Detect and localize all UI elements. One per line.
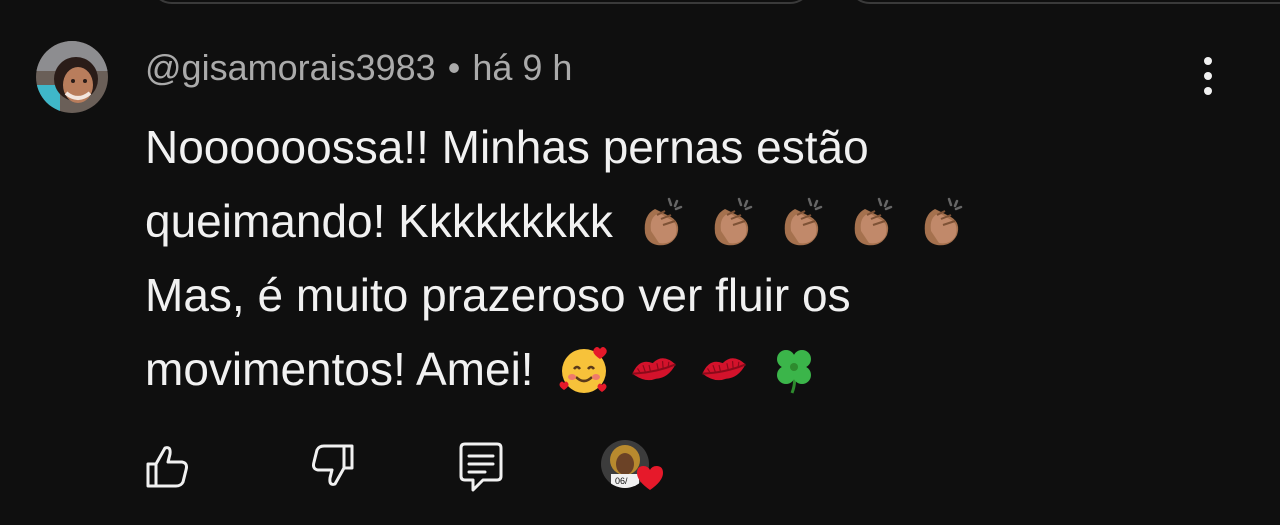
comment-actions: 06/ [0, 436, 1280, 496]
comment-line-4: movimentos! Amei! [145, 332, 1145, 406]
more-options-button[interactable] [1190, 52, 1226, 100]
kebab-dot [1204, 87, 1212, 95]
clapping-hands-icon [845, 193, 901, 249]
comment-line-2: queimando! Kkkkkkkkk [145, 184, 1145, 258]
dislike-button[interactable] [306, 438, 362, 494]
four-leaf-clover-icon [766, 341, 822, 397]
comment-line-text: movimentos! Amei! [145, 343, 534, 395]
comment-icon [459, 442, 503, 492]
heart-icon [635, 464, 665, 492]
smiling-face-with-hearts-icon [556, 341, 612, 397]
reply-button[interactable] [453, 438, 509, 494]
author-handle[interactable]: @gisamorais3983 [145, 47, 436, 88]
comment-line-text: Mas, é muito prazeroso ver fluir os [145, 269, 851, 321]
clapping-hands-icon [635, 193, 691, 249]
like-button[interactable] [138, 438, 194, 494]
creator-heart[interactable]: 06/ [601, 440, 673, 496]
top-chip-left[interactable] [150, 0, 812, 4]
comment-line-1: Noooooossa!! Minhas pernas estão [145, 110, 1145, 184]
clapping-hands-icon [775, 193, 831, 249]
creator-avatar-text: 06/ [615, 476, 628, 486]
thumbs-down-icon [312, 444, 354, 486]
top-chip-right[interactable] [848, 0, 1280, 4]
comment-header: @gisamorais3983 • há 9 h [145, 46, 572, 90]
kebab-dot [1204, 72, 1212, 80]
comment-line-3: Mas, é muito prazeroso ver fluir os [145, 258, 1145, 332]
comment-time: há 9 h [472, 47, 573, 88]
kiss-mark-icon [626, 341, 682, 397]
kebab-dot [1204, 57, 1212, 65]
clapping-hands-icon [915, 193, 971, 249]
kiss-mark-icon [696, 341, 752, 397]
comment-text: Noooooossa!! Minhas pernas estão queiman… [145, 110, 1145, 406]
comment-line-text: queimando! Kkkkkkkkk [145, 195, 613, 247]
thumbs-up-icon [146, 446, 188, 488]
comment-screen: @gisamorais3983 • há 9 h Noooooossa!! Minh… [0, 0, 1280, 525]
separator-dot: • [447, 47, 461, 88]
author-avatar[interactable] [36, 41, 108, 113]
comment-line-text: Noooooossa!! Minhas pernas estão [145, 121, 869, 173]
clapping-hands-icon [705, 193, 761, 249]
